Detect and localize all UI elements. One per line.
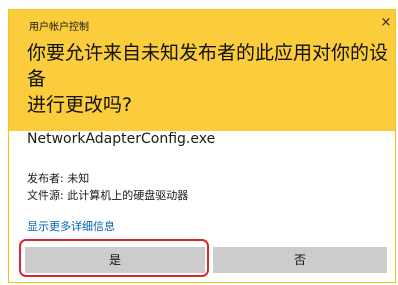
uac-dialog: 用户帐户控制 × 你要允许来自未知发布者的此应用对你的设备 进行更改吗? Net… [8,9,396,283]
app-name: NetworkAdapterConfig.exe [27,131,216,147]
dialog-body: NetworkAdapterConfig.exe 发布者: 未知 文件源: 此计… [9,131,395,282]
no-button[interactable]: 否 [213,247,387,273]
file-origin-info: 文件源: 此计算机上的硬盘驱动器 [27,189,189,202]
dialog-header: 用户帐户控制 × 你要允许来自未知发布者的此应用对你的设备 进行更改吗? [9,10,395,131]
publisher-info: 发布者: 未知 [27,172,90,185]
yes-button[interactable]: 是 [25,247,205,273]
show-more-details-link[interactable]: 显示更多详细信息 [27,218,115,234]
window-title: 用户帐户控制 [29,22,89,33]
uac-question: 你要允许来自未知发布者的此应用对你的设备 进行更改吗? [27,42,389,116]
close-icon[interactable]: × [379,16,393,30]
